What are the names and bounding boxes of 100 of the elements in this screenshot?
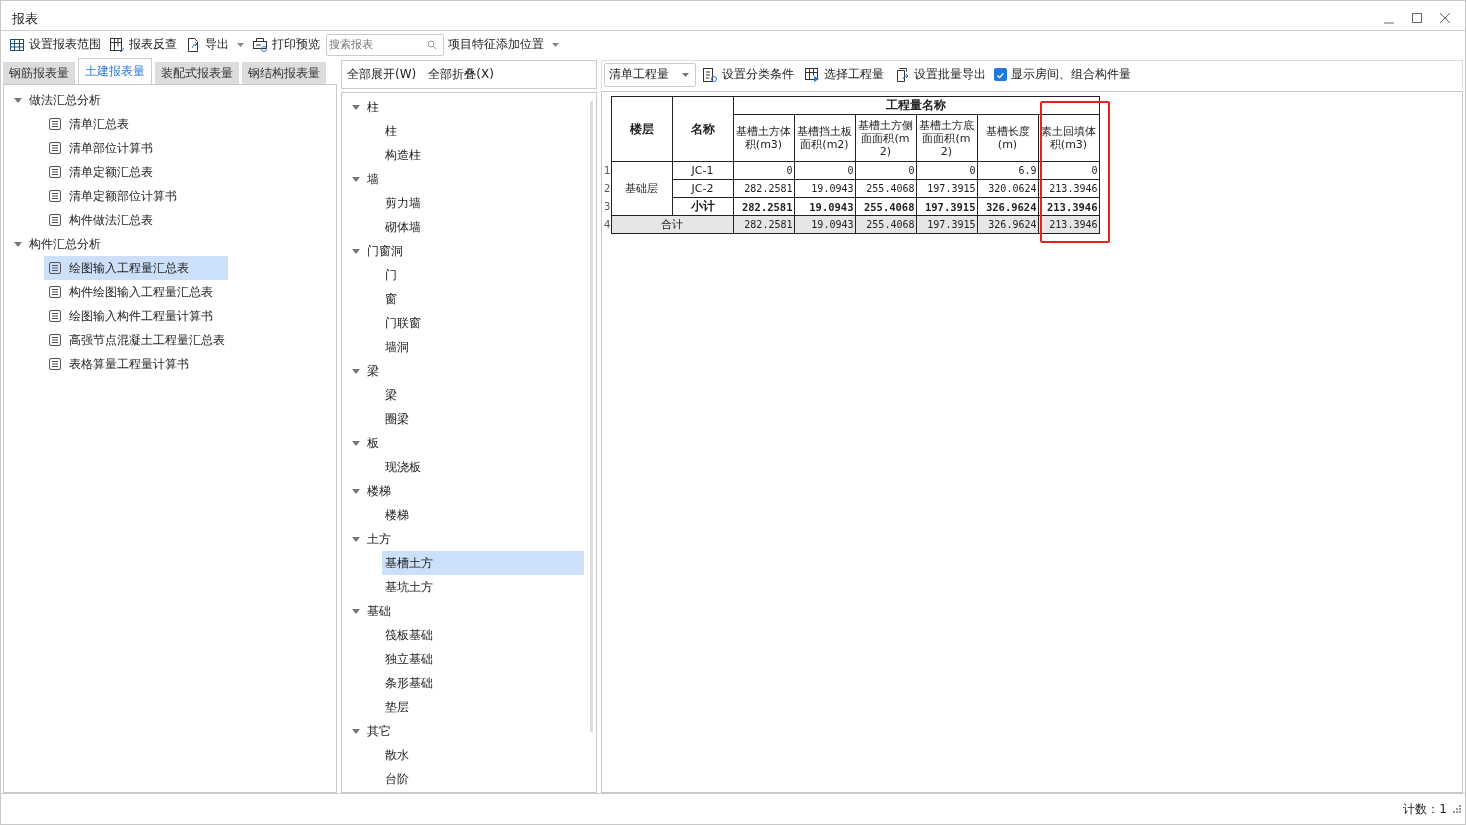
column-header: 基槽土方底面面积(m2) [916,114,977,162]
expand-arrow-icon[interactable] [352,487,360,495]
category-label[interactable]: 基础 [367,602,391,620]
report-item[interactable]: 表格算量工程量计算书 [44,352,228,376]
category-label[interactable]: 梁 [367,362,379,380]
table-cell: 213.3946 [1038,197,1099,216]
component-item[interactable]: 剪力墙 [382,191,584,215]
component-item[interactable]: 筏板基础 [382,623,584,647]
expand-arrow-icon[interactable] [14,96,22,104]
caret-icon [552,42,559,47]
report-item[interactable]: 清单定额汇总表 [44,160,228,184]
component-item[interactable]: 墙洞 [382,335,584,359]
component-item[interactable]: 台阶 [382,767,584,791]
toolbar-button[interactable]: 打印预览 [250,33,324,56]
document-icon [49,310,61,322]
checkbox-label: 显示房间、组合构件量 [1011,66,1131,83]
document-icon [49,262,61,274]
search-field[interactable]: 搜索报表 [326,33,444,56]
report-item[interactable]: 绘图输入工程量汇总表 [44,256,228,280]
row-number: 4 [604,219,611,230]
column-group-header: 工程量名称 [733,96,1099,115]
table-cell: 小计 [672,197,733,216]
expand-arrow-icon[interactable] [352,103,360,111]
category-label[interactable]: 楼梯 [367,482,391,500]
report-tab[interactable]: 钢结构报表量 [242,62,326,84]
table-cell: JC-2 [672,179,733,198]
report-item[interactable]: 高强节点混凝土工程量汇总表 [44,328,228,352]
report-item[interactable]: 清单汇总表 [44,112,228,136]
component-item[interactable]: 散水 [382,743,584,767]
table-cell: 255.4068 [855,179,916,198]
component-item[interactable]: 独立基础 [382,647,584,671]
expand-arrow-icon[interactable] [352,535,360,543]
component-item[interactable]: 构造柱 [382,143,584,167]
document-icon [49,166,61,178]
category-label[interactable]: 其它 [367,722,391,740]
table-cell: 19.0943 [794,179,855,198]
expand-arrow-icon[interactable] [352,727,360,735]
expand-arrow-icon[interactable] [352,175,360,183]
column-header: 基槽土方侧面面积(m2) [855,114,916,162]
report-tab[interactable]: 土建报表量 [78,58,152,84]
tree-action-link[interactable]: 全部折叠(X) [428,66,494,83]
expand-arrow-icon[interactable] [352,367,360,375]
export-icon [185,36,201,53]
component-item[interactable]: 砌体墙 [382,215,584,239]
component-item[interactable]: 门联窗 [382,311,584,335]
document-icon [49,142,61,154]
component-item[interactable]: 垫层 [382,695,584,719]
report-item[interactable]: 构件做法汇总表 [44,208,228,232]
report-item[interactable]: 构件绘图输入工程量汇总表 [44,280,228,304]
expand-arrow-icon[interactable] [352,607,360,615]
component-item[interactable]: 柱 [382,119,584,143]
quantity-dropdown[interactable]: 清单工程量 [604,62,696,87]
toolbar-button[interactable]: 选择工程量 [802,63,888,86]
component-item[interactable]: 窗 [382,287,584,311]
document-icon [49,358,61,370]
resize-grip-icon[interactable] [1453,805,1461,813]
expand-arrow-icon[interactable] [352,247,360,255]
toolbar-button[interactable]: 设置批量导出 [892,63,990,86]
column-header: 素土回填体积(m3) [1038,114,1099,162]
maximize-icon[interactable] [1411,12,1423,24]
expand-arrow-icon[interactable] [14,240,22,248]
position-dropdown[interactable]: 项目特征添加位置 [446,33,563,56]
component-item[interactable]: 现浇板 [382,455,584,479]
component-item[interactable]: 楼梯 [382,503,584,527]
toolbar-button[interactable]: 设置分类条件 [700,63,798,86]
column-header: 基槽挡土板面积(m2) [794,114,855,162]
report-item[interactable]: 清单定额部位计算书 [44,184,228,208]
table-cell: 19.0943 [794,197,855,216]
toolbar-button[interactable]: 设置报表范围 [7,33,105,56]
category-label[interactable]: 板 [367,434,379,452]
category-label[interactable]: 门窗洞 [367,242,403,260]
row-number: 3 [604,201,611,212]
table-cell: 0 [794,161,855,180]
table-cell: 197.3915 [916,179,977,198]
tree-action-link[interactable]: 全部展开(W) [347,66,417,83]
printer-icon [252,36,268,53]
expand-arrow-icon[interactable] [352,439,360,447]
table-cell: 197.3915 [916,197,977,216]
component-item[interactable]: 基坑土方 [382,575,584,599]
category-label[interactable]: 土方 [367,530,391,548]
category-label[interactable]: 柱 [367,98,379,116]
component-item[interactable]: 条形基础 [382,671,584,695]
close-icon[interactable] [1439,12,1451,24]
report-tab[interactable]: 装配式报表量 [155,62,239,84]
report-item[interactable]: 绘图输入构件工程量计算书 [44,304,228,328]
document-icon [49,118,61,130]
checkbox[interactable] [994,68,1007,81]
component-item[interactable]: 基槽土方 [382,551,584,575]
toolbar-button[interactable]: 导出 [183,33,248,56]
component-item[interactable]: 门 [382,263,584,287]
column-header: 基槽土方体积(m3) [733,114,794,162]
component-item[interactable]: 梁 [382,383,584,407]
report-tab[interactable]: 钢筋报表量 [3,62,75,84]
report-item[interactable]: 清单部位计算书 [44,136,228,160]
component-item[interactable]: 圈梁 [382,407,584,431]
category-label[interactable]: 墙 [367,170,379,188]
tree-group-label[interactable]: 构件汇总分析 [29,235,101,253]
toolbar-button[interactable]: 报表反查 [107,33,181,56]
tree-group-label[interactable]: 做法汇总分析 [29,91,101,109]
table-cell: 基础层 [611,161,672,216]
